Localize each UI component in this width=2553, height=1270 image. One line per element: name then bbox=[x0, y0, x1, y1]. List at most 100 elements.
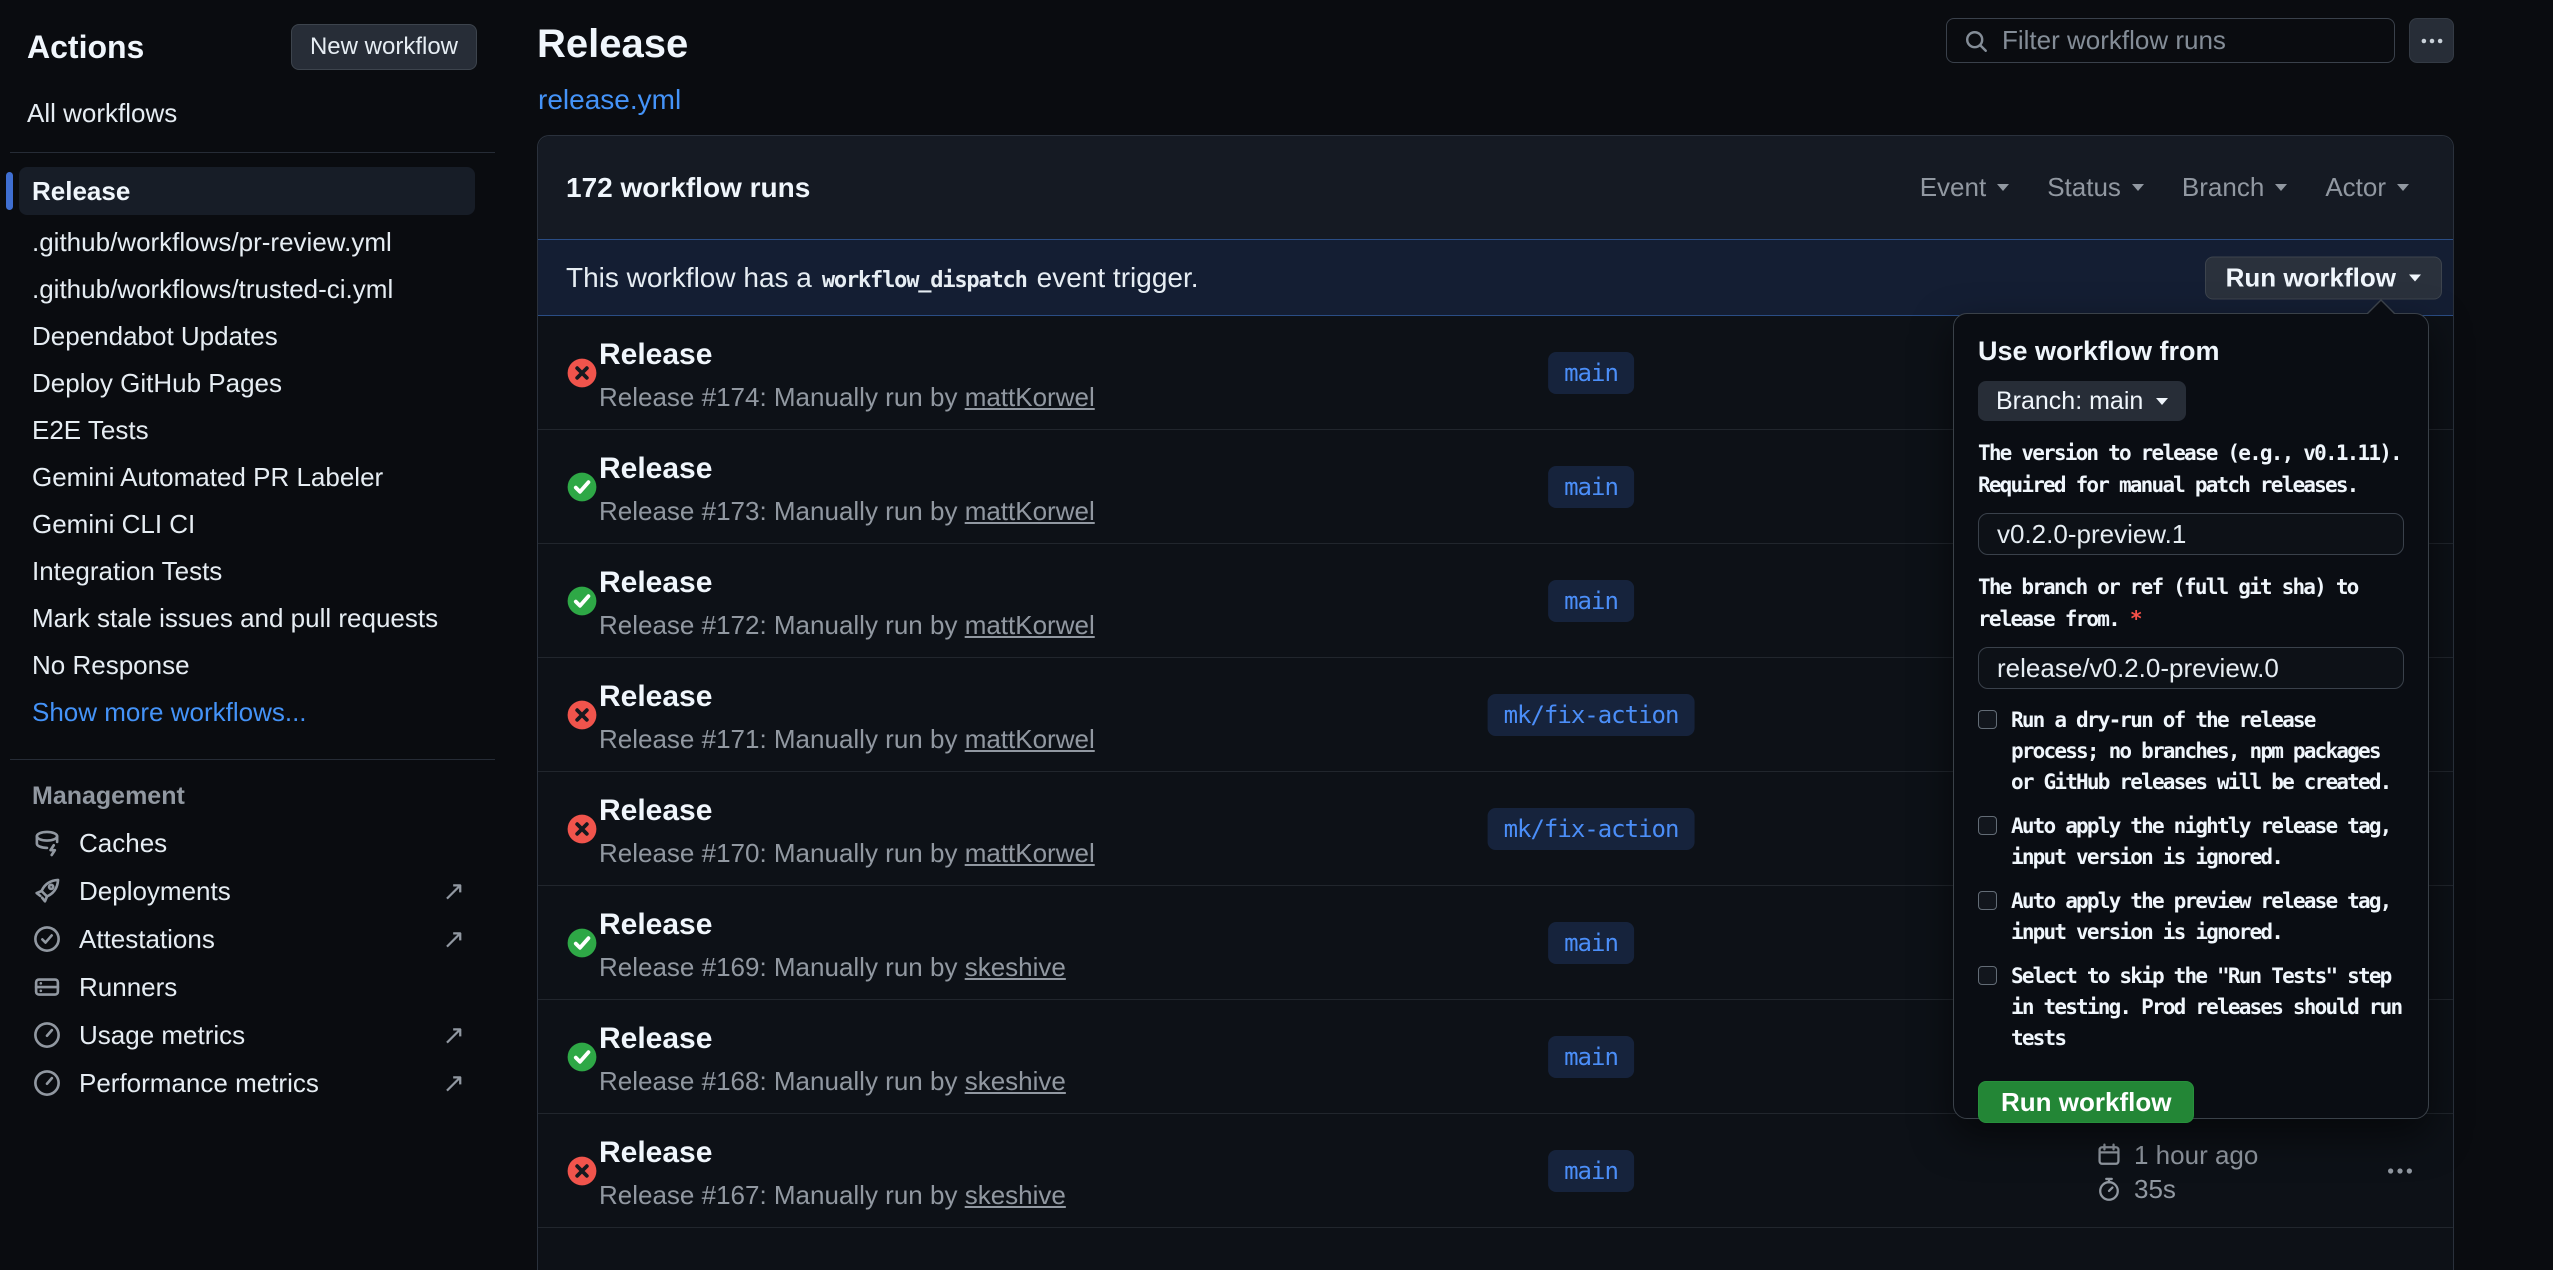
failure-icon bbox=[566, 357, 598, 389]
run-title-link[interactable]: Release bbox=[599, 452, 712, 486]
banner-text: This workflow has aworkflow_dispatcheven… bbox=[566, 262, 1199, 294]
run-title-link[interactable]: Release bbox=[599, 908, 712, 942]
sidebar-item-workflow[interactable]: Mark stale issues and pull requests bbox=[0, 595, 505, 642]
filter-label: Status bbox=[2047, 172, 2121, 203]
management-list: CachesDeployments↗Attestations↗RunnersUs… bbox=[0, 819, 505, 1107]
run-title-link[interactable]: Release bbox=[599, 566, 712, 600]
run-desc-text: Release #172: Manually run by bbox=[599, 610, 957, 640]
filter-dropdown-branch[interactable]: Branch bbox=[2182, 172, 2287, 203]
show-more-workflows-link[interactable]: Show more workflows... bbox=[0, 689, 505, 736]
run-description: Release #168: Manually run by skeshive bbox=[599, 1066, 1066, 1097]
run-desc-text: Release #171: Manually run by bbox=[599, 724, 957, 754]
checkbox[interactable] bbox=[1978, 891, 1997, 910]
chevron-down-icon bbox=[2156, 398, 2168, 405]
branch-selector-button[interactable]: Branch: main bbox=[1978, 381, 2186, 421]
run-title-link[interactable]: Release bbox=[599, 1022, 712, 1056]
run-kebab-menu-button[interactable] bbox=[2383, 1156, 2417, 1186]
rocket-icon bbox=[32, 876, 62, 906]
branch-badge[interactable]: main bbox=[1548, 922, 1634, 964]
filter-dropdown-actor[interactable]: Actor bbox=[2325, 172, 2409, 203]
branch-badge[interactable]: main bbox=[1548, 1150, 1634, 1192]
popover-checkbox-row: Run a dry-run of the release process; no… bbox=[1978, 705, 2404, 798]
branch-badge[interactable]: mk/fix-action bbox=[1488, 808, 1695, 850]
sidebar-item-workflow[interactable]: E2E Tests bbox=[0, 407, 505, 454]
sidebar-item-usage-metrics[interactable]: Usage metrics↗ bbox=[0, 1011, 505, 1059]
sidebar-header: Actions New workflow bbox=[0, 0, 505, 70]
branch-badge[interactable]: main bbox=[1548, 352, 1634, 394]
sidebar-item-label: Release bbox=[32, 176, 130, 206]
branch-badge[interactable]: main bbox=[1548, 580, 1634, 622]
sidebar-item-runners[interactable]: Runners bbox=[0, 963, 505, 1011]
chevron-down-icon bbox=[1997, 184, 2009, 191]
chevron-down-icon bbox=[2409, 274, 2421, 281]
branch-badge[interactable]: mk/fix-action bbox=[1488, 694, 1695, 736]
filter-workflow-runs-input[interactable] bbox=[2002, 25, 2378, 56]
page-kebab-menu-button[interactable] bbox=[2409, 18, 2454, 63]
sidebar-item-workflow[interactable]: Gemini Automated PR Labeler bbox=[0, 454, 505, 501]
checkbox-label: Run a dry-run of the release process; no… bbox=[2011, 705, 2404, 798]
run-title-link[interactable]: Release bbox=[599, 338, 712, 372]
sidebar-item-performance-metrics[interactable]: Performance metrics↗ bbox=[0, 1059, 505, 1107]
success-icon bbox=[566, 927, 598, 959]
actor-link[interactable]: skeshive bbox=[965, 1180, 1066, 1210]
sidebar-item-label: Dependabot Updates bbox=[32, 321, 278, 351]
sidebar-item-workflow[interactable]: Release bbox=[19, 167, 475, 215]
sidebar-item-workflow[interactable]: Dependabot Updates bbox=[0, 313, 505, 360]
filter-dropdown-event[interactable]: Event bbox=[1920, 172, 2010, 203]
workflow-list: Release .github/workflows/pr-review.yml.g… bbox=[0, 153, 505, 736]
checkbox[interactable] bbox=[1978, 816, 1997, 835]
workflow-file-link[interactable]: release.yml bbox=[538, 84, 681, 116]
sidebar-item-workflow[interactable]: Gemini CLI CI bbox=[0, 501, 505, 548]
workflow-run-row: ReleaseRelease #167: Manually run by ske… bbox=[538, 1114, 2453, 1228]
run-description: Release #173: Manually run by mattKorwel bbox=[599, 496, 1095, 527]
actor-link[interactable]: mattKorwel bbox=[965, 724, 1095, 754]
sidebar-item-workflow[interactable]: Integration Tests bbox=[0, 548, 505, 595]
run-description: Release #172: Manually run by mattKorwel bbox=[599, 610, 1095, 641]
run-workflow-dropdown-button[interactable]: Run workflow bbox=[2205, 256, 2442, 299]
actor-link[interactable]: skeshive bbox=[965, 1066, 1066, 1096]
run-title-link[interactable]: Release bbox=[599, 1136, 712, 1170]
checkbox-label: Auto apply the nightly release tag, inpu… bbox=[2011, 811, 2404, 873]
version-input[interactable] bbox=[1978, 513, 2404, 555]
branch-badge[interactable]: main bbox=[1548, 1036, 1634, 1078]
external-link-icon: ↗ bbox=[442, 876, 465, 907]
meter-icon bbox=[32, 1068, 62, 1098]
sidebar-item-all-workflows[interactable]: All workflows bbox=[27, 98, 177, 129]
sidebar-item-workflow[interactable]: .github/workflows/trusted-ci.yml bbox=[0, 266, 505, 313]
actor-link[interactable]: mattKorwel bbox=[965, 496, 1095, 526]
run-workflow-submit-button[interactable]: Run workflow bbox=[1978, 1081, 2194, 1123]
actions-sidebar: Actions New workflow All workflows Relea… bbox=[0, 0, 505, 1270]
actor-link[interactable]: mattKorwel bbox=[965, 610, 1095, 640]
sidebar-item-workflow[interactable]: .github/workflows/pr-review.yml bbox=[0, 219, 505, 266]
ref-input-label: The branch or ref (full git sha) to rele… bbox=[1978, 571, 2404, 635]
popover-checkbox-group: Run a dry-run of the release process; no… bbox=[1978, 705, 2404, 1054]
actor-link[interactable]: skeshive bbox=[965, 952, 1066, 982]
run-title-link[interactable]: Release bbox=[599, 680, 712, 714]
sidebar-item-deployments[interactable]: Deployments↗ bbox=[0, 867, 505, 915]
runs-count: 172 workflow runs bbox=[566, 172, 810, 204]
checkbox[interactable] bbox=[1978, 710, 1997, 729]
sidebar-title: Actions bbox=[27, 29, 144, 66]
checkbox[interactable] bbox=[1978, 966, 1997, 985]
sidebar-item-workflow[interactable]: No Response bbox=[0, 642, 505, 689]
sidebar-item-attestations[interactable]: Attestations↗ bbox=[0, 915, 505, 963]
new-workflow-button[interactable]: New workflow bbox=[291, 24, 477, 70]
run-meta: 1 hour ago35s bbox=[2096, 1138, 2258, 1206]
run-desc-text: Release #173: Manually run by bbox=[599, 496, 957, 526]
actor-link[interactable]: mattKorwel bbox=[965, 382, 1095, 412]
run-description: Release #171: Manually run by mattKorwel bbox=[599, 724, 1095, 755]
branch-badge[interactable]: main bbox=[1548, 466, 1634, 508]
management-heading: Management bbox=[32, 782, 505, 811]
success-icon bbox=[566, 1041, 598, 1073]
ref-input[interactable] bbox=[1978, 647, 2404, 689]
run-title-link[interactable]: Release bbox=[599, 794, 712, 828]
sidebar-item-label: Usage metrics bbox=[79, 1020, 245, 1051]
cache-icon bbox=[32, 828, 62, 858]
chevron-down-icon bbox=[2275, 184, 2287, 191]
sidebar-item-caches[interactable]: Caches bbox=[0, 819, 505, 867]
actor-link[interactable]: mattKorwel bbox=[965, 838, 1095, 868]
filter-dropdown-status[interactable]: Status bbox=[2047, 172, 2144, 203]
sidebar-item-workflow[interactable]: Deploy GitHub Pages bbox=[0, 360, 505, 407]
calendar-icon bbox=[2096, 1142, 2122, 1168]
checkbox-label: Select to skip the "Run Tests" step in t… bbox=[2011, 961, 2404, 1054]
